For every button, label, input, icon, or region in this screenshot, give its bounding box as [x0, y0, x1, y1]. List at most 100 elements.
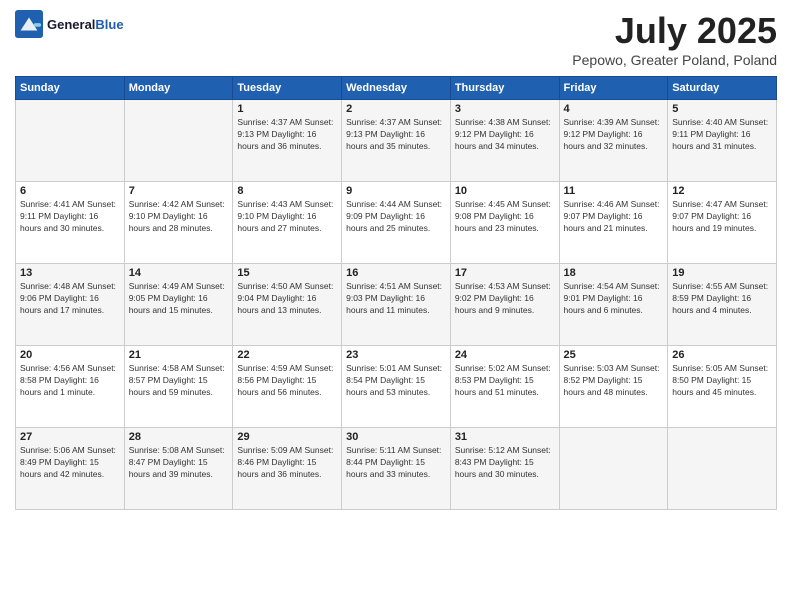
calendar-cell: 22 Sunrise: 4:59 AM Sunset: 8:56 PM Dayli…	[233, 346, 342, 428]
day-info: Sunrise: 5:11 AM Sunset: 8:44 PM Dayligh…	[346, 445, 446, 481]
calendar-week-2: 6 Sunrise: 4:41 AM Sunset: 9:11 PM Daylig…	[16, 182, 777, 264]
day-number: 7	[129, 185, 229, 197]
calendar-cell: 5 Sunrise: 4:40 AM Sunset: 9:11 PM Daylig…	[668, 100, 777, 182]
logo-blue: Blue	[95, 17, 123, 32]
col-monday: Monday	[124, 77, 233, 100]
calendar-cell: 16 Sunrise: 4:51 AM Sunset: 9:03 PM Dayli…	[342, 264, 451, 346]
day-info: Sunrise: 4:43 AM Sunset: 9:10 PM Dayligh…	[237, 199, 337, 235]
logo-icon	[15, 10, 43, 38]
day-info: Sunrise: 4:49 AM Sunset: 9:05 PM Dayligh…	[129, 281, 229, 317]
day-info: Sunrise: 5:03 AM Sunset: 8:52 PM Dayligh…	[564, 363, 664, 399]
day-number: 6	[20, 185, 120, 197]
calendar-cell: 25 Sunrise: 5:03 AM Sunset: 8:52 PM Dayli…	[559, 346, 668, 428]
day-number: 18	[564, 267, 664, 279]
calendar-cell: 14 Sunrise: 4:49 AM Sunset: 9:05 PM Dayli…	[124, 264, 233, 346]
day-info: Sunrise: 4:51 AM Sunset: 9:03 PM Dayligh…	[346, 281, 446, 317]
title-block: July 2025 Pepowo, Greater Poland, Poland	[572, 10, 777, 68]
day-number: 12	[672, 185, 772, 197]
day-number: 30	[346, 431, 446, 443]
day-info: Sunrise: 4:48 AM Sunset: 9:06 PM Dayligh…	[20, 281, 120, 317]
day-number: 14	[129, 267, 229, 279]
calendar-cell: 15 Sunrise: 4:50 AM Sunset: 9:04 PM Dayli…	[233, 264, 342, 346]
calendar-cell: 30 Sunrise: 5:11 AM Sunset: 8:44 PM Dayli…	[342, 428, 451, 510]
day-number: 13	[20, 267, 120, 279]
day-number: 31	[455, 431, 555, 443]
day-info: Sunrise: 4:53 AM Sunset: 9:02 PM Dayligh…	[455, 281, 555, 317]
day-number: 27	[20, 431, 120, 443]
day-info: Sunrise: 4:55 AM Sunset: 8:59 PM Dayligh…	[672, 281, 772, 317]
day-info: Sunrise: 5:05 AM Sunset: 8:50 PM Dayligh…	[672, 363, 772, 399]
day-number: 3	[455, 103, 555, 115]
calendar-cell: 11Sunrise: 4:46 AM Sunset: 9:07 PM Dayli…	[559, 182, 668, 264]
main-title: July 2025	[572, 10, 777, 52]
day-info: Sunrise: 4:40 AM Sunset: 9:11 PM Dayligh…	[672, 117, 772, 153]
logo-general: General	[47, 17, 95, 32]
day-info: Sunrise: 4:42 AM Sunset: 9:10 PM Dayligh…	[129, 199, 229, 235]
calendar-cell: 10 Sunrise: 4:45 AM Sunset: 9:08 PM Dayli…	[450, 182, 559, 264]
day-info: Sunrise: 5:09 AM Sunset: 8:46 PM Dayligh…	[237, 445, 337, 481]
calendar-cell: 6 Sunrise: 4:41 AM Sunset: 9:11 PM Daylig…	[16, 182, 125, 264]
day-info: Sunrise: 4:47 AM Sunset: 9:07 PM Dayligh…	[672, 199, 772, 235]
day-info: Sunrise: 4:37 AM Sunset: 9:13 PM Dayligh…	[346, 117, 446, 153]
calendar-table: Sunday Monday Tuesday Wednesday Thursday…	[15, 76, 777, 510]
page: GeneralBlue July 2025 Pepowo, Greater Po…	[0, 0, 792, 612]
day-info: Sunrise: 4:54 AM Sunset: 9:01 PM Dayligh…	[564, 281, 664, 317]
day-info: Sunrise: 4:45 AM Sunset: 9:08 PM Dayligh…	[455, 199, 555, 235]
logo-text: GeneralBlue	[47, 17, 124, 32]
day-number: 26	[672, 349, 772, 361]
calendar-cell: 9Sunrise: 4:44 AM Sunset: 9:09 PM Daylig…	[342, 182, 451, 264]
day-info: Sunrise: 4:59 AM Sunset: 8:56 PM Dayligh…	[237, 363, 337, 399]
calendar-cell: 8 Sunrise: 4:43 AM Sunset: 9:10 PM Daylig…	[233, 182, 342, 264]
col-tuesday: Tuesday	[233, 77, 342, 100]
calendar-cell: 26 Sunrise: 5:05 AM Sunset: 8:50 PM Dayli…	[668, 346, 777, 428]
calendar-cell: 28Sunrise: 5:08 AM Sunset: 8:47 PM Dayli…	[124, 428, 233, 510]
day-number: 5	[672, 103, 772, 115]
calendar-cell: 31 Sunrise: 5:12 AM Sunset: 8:43 PM Dayli…	[450, 428, 559, 510]
calendar-cell: 2Sunrise: 4:37 AM Sunset: 9:13 PM Daylig…	[342, 100, 451, 182]
calendar-cell: 27 Sunrise: 5:06 AM Sunset: 8:49 PM Dayli…	[16, 428, 125, 510]
calendar-week-5: 27 Sunrise: 5:06 AM Sunset: 8:49 PM Dayli…	[16, 428, 777, 510]
day-number: 25	[564, 349, 664, 361]
calendar-cell: 12 Sunrise: 4:47 AM Sunset: 9:07 PM Dayli…	[668, 182, 777, 264]
day-number: 21	[129, 349, 229, 361]
day-info: Sunrise: 4:44 AM Sunset: 9:09 PM Dayligh…	[346, 199, 446, 235]
day-number: 29	[237, 431, 337, 443]
day-number: 24	[455, 349, 555, 361]
day-info: Sunrise: 4:58 AM Sunset: 8:57 PM Dayligh…	[129, 363, 229, 399]
calendar-week-4: 20Sunrise: 4:56 AM Sunset: 8:58 PM Dayli…	[16, 346, 777, 428]
calendar-cell: 4Sunrise: 4:39 AM Sunset: 9:12 PM Daylig…	[559, 100, 668, 182]
day-number: 22	[237, 349, 337, 361]
calendar-cell: 23Sunrise: 5:01 AM Sunset: 8:54 PM Dayli…	[342, 346, 451, 428]
header: GeneralBlue July 2025 Pepowo, Greater Po…	[15, 10, 777, 68]
day-info: Sunrise: 5:06 AM Sunset: 8:49 PM Dayligh…	[20, 445, 120, 481]
day-info: Sunrise: 5:01 AM Sunset: 8:54 PM Dayligh…	[346, 363, 446, 399]
day-number: 15	[237, 267, 337, 279]
day-info: Sunrise: 4:39 AM Sunset: 9:12 PM Dayligh…	[564, 117, 664, 153]
calendar-cell	[124, 100, 233, 182]
col-thursday: Thursday	[450, 77, 559, 100]
day-number: 10	[455, 185, 555, 197]
header-row: Sunday Monday Tuesday Wednesday Thursday…	[16, 77, 777, 100]
day-info: Sunrise: 4:38 AM Sunset: 9:12 PM Dayligh…	[455, 117, 555, 153]
day-info: Sunrise: 4:41 AM Sunset: 9:11 PM Dayligh…	[20, 199, 120, 235]
day-info: Sunrise: 4:50 AM Sunset: 9:04 PM Dayligh…	[237, 281, 337, 317]
day-number: 8	[237, 185, 337, 197]
calendar-cell: 1 Sunrise: 4:37 AM Sunset: 9:13 PM Daylig…	[233, 100, 342, 182]
calendar-cell	[559, 428, 668, 510]
day-number: 1	[237, 103, 337, 115]
day-number: 16	[346, 267, 446, 279]
calendar-cell: 20Sunrise: 4:56 AM Sunset: 8:58 PM Dayli…	[16, 346, 125, 428]
calendar-cell: 17Sunrise: 4:53 AM Sunset: 9:02 PM Dayli…	[450, 264, 559, 346]
day-info: Sunrise: 5:02 AM Sunset: 8:53 PM Dayligh…	[455, 363, 555, 399]
calendar-cell: 18 Sunrise: 4:54 AM Sunset: 9:01 PM Dayli…	[559, 264, 668, 346]
day-number: 19	[672, 267, 772, 279]
day-info: Sunrise: 5:08 AM Sunset: 8:47 PM Dayligh…	[129, 445, 229, 481]
col-wednesday: Wednesday	[342, 77, 451, 100]
subtitle: Pepowo, Greater Poland, Poland	[572, 52, 777, 68]
calendar-cell: 24 Sunrise: 5:02 AM Sunset: 8:53 PM Dayli…	[450, 346, 559, 428]
day-info: Sunrise: 5:12 AM Sunset: 8:43 PM Dayligh…	[455, 445, 555, 481]
col-sunday: Sunday	[16, 77, 125, 100]
day-info: Sunrise: 4:56 AM Sunset: 8:58 PM Dayligh…	[20, 363, 120, 399]
col-saturday: Saturday	[668, 77, 777, 100]
day-info: Sunrise: 4:37 AM Sunset: 9:13 PM Dayligh…	[237, 117, 337, 153]
